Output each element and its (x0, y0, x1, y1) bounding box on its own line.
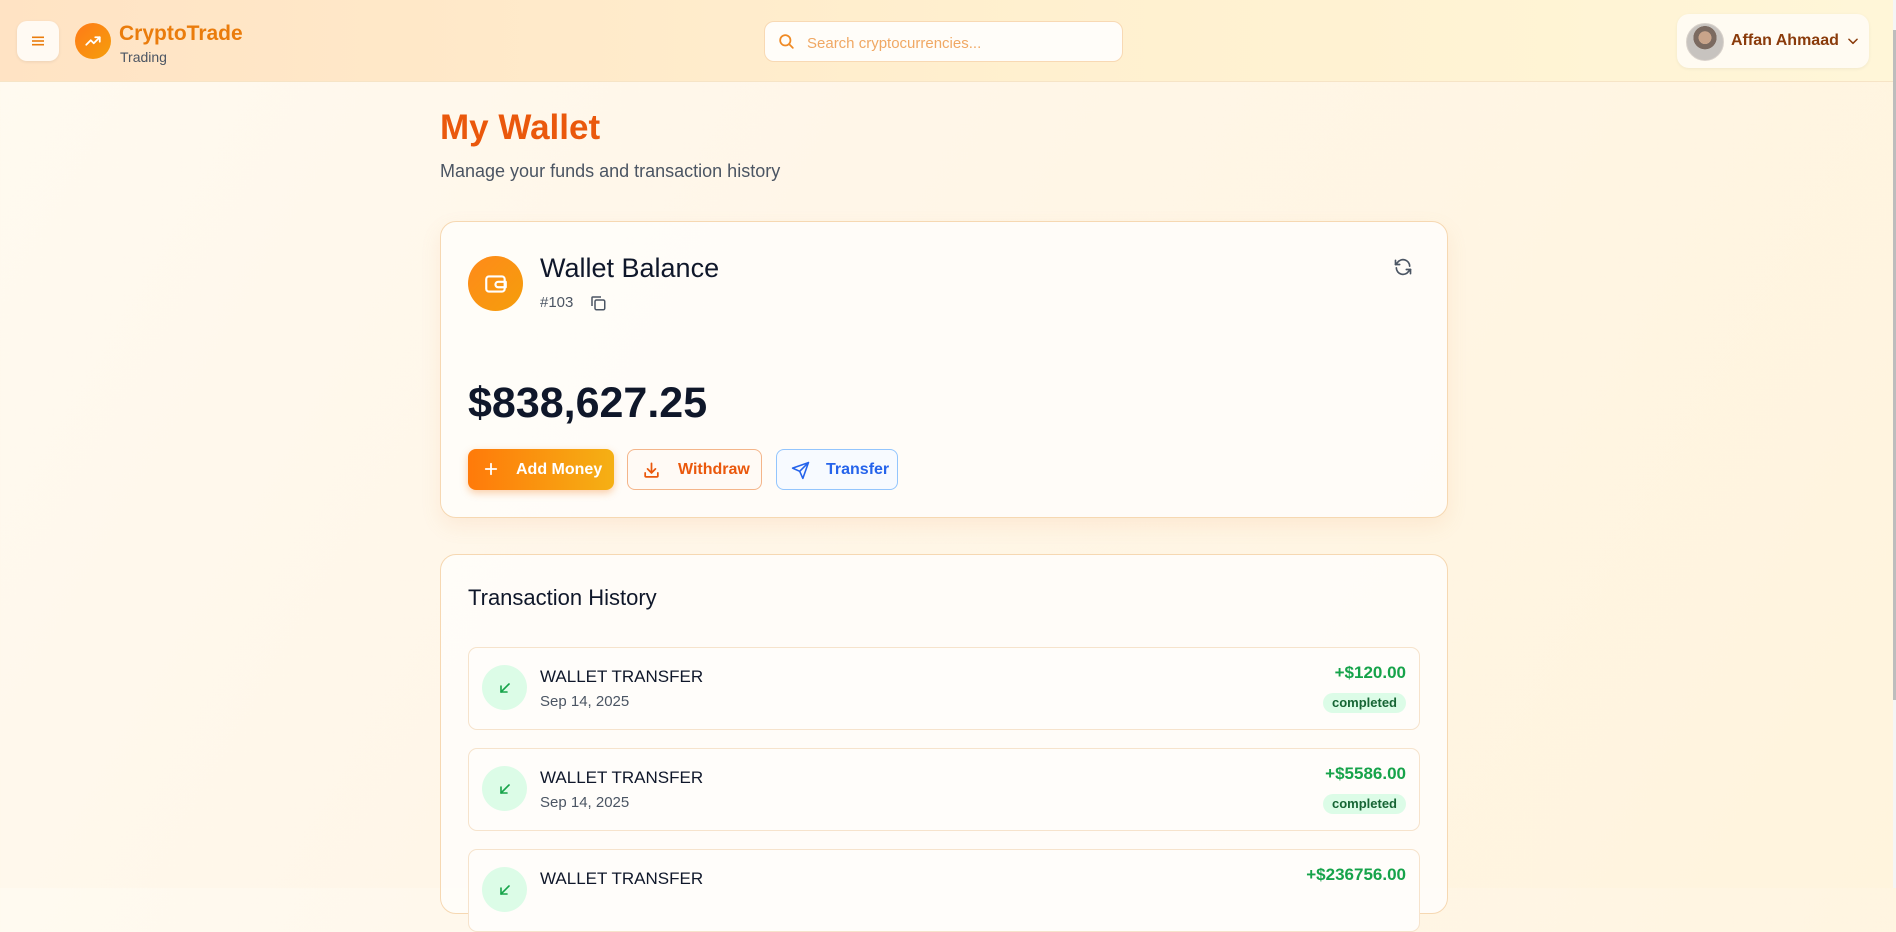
search-icon (779, 34, 794, 49)
wallet-icon (484, 274, 507, 293)
transaction-date: Sep 14, 2025 (540, 693, 630, 710)
brand-subtitle: Trading (120, 49, 167, 65)
menu-button[interactable] (17, 21, 59, 61)
wallet-card: Wallet Balance #103 $838,627.25 Add Mone… (440, 221, 1448, 518)
avatar (1686, 23, 1724, 61)
transaction-history-card: Transaction History WALLET TRANSFER Sep … (440, 554, 1448, 932)
wallet-title: Wallet Balance (540, 253, 720, 283)
page-title: My Wallet (440, 108, 601, 147)
transaction-row[interactable]: WALLET TRANSFER Sep 14, 2025 +$5586.00 c… (468, 748, 1420, 831)
transaction-type: WALLET TRANSFER (540, 768, 704, 787)
wallet-icon-badge (468, 256, 523, 311)
plus-icon (484, 462, 498, 476)
status-badge: completed (1322, 693, 1406, 713)
top-bar: CryptoTrade Trading Affan Ahmaad (0, 0, 1893, 82)
transaction-date: Sep 14, 2025 (540, 794, 630, 811)
transfer-button[interactable]: Transfer (776, 449, 898, 490)
transfer-label: Transfer (826, 460, 890, 478)
download-icon (644, 462, 659, 478)
arrow-down-left-icon (482, 867, 527, 912)
wallet-id: #103 (540, 294, 574, 311)
transaction-row[interactable]: WALLET TRANSFER +$236756.00 (468, 849, 1420, 932)
add-money-label: Add Money (516, 460, 603, 478)
page-subtitle: Manage your funds and transaction histor… (440, 161, 781, 181)
user-menu[interactable]: Affan Ahmaad (1677, 14, 1869, 68)
arrow-down-left-icon (482, 766, 527, 811)
send-icon (791, 461, 810, 480)
trending-up-icon (85, 36, 101, 46)
status-badge: completed (1322, 794, 1406, 814)
wallet-balance: $838,627.25 (468, 379, 708, 427)
brand-logo[interactable] (75, 23, 111, 59)
transaction-type: WALLET TRANSFER (540, 869, 704, 888)
add-money-button[interactable]: Add Money (468, 449, 614, 490)
transaction-history-title: Transaction History (468, 585, 657, 610)
refresh-icon[interactable] (1393, 257, 1413, 277)
transaction-row[interactable]: WALLET TRANSFER Sep 14, 2025 +$120.00 co… (468, 647, 1420, 730)
menu-icon (32, 36, 44, 46)
withdraw-button[interactable]: Withdraw (627, 449, 762, 490)
brand-name[interactable]: CryptoTrade (119, 22, 243, 46)
search-box[interactable] (764, 21, 1123, 62)
chevron-down-icon (1848, 38, 1858, 45)
user-name: Affan Ahmaad (1731, 32, 1839, 49)
withdraw-label: Withdraw (678, 460, 750, 478)
transaction-amount: +$236756.00 (1306, 865, 1406, 884)
arrow-down-left-icon (482, 665, 527, 710)
transaction-amount: +$120.00 (1334, 663, 1406, 682)
transaction-amount: +$5586.00 (1325, 764, 1406, 783)
transaction-type: WALLET TRANSFER (540, 667, 704, 686)
search-input[interactable] (805, 30, 1109, 56)
copy-icon[interactable] (589, 294, 607, 312)
